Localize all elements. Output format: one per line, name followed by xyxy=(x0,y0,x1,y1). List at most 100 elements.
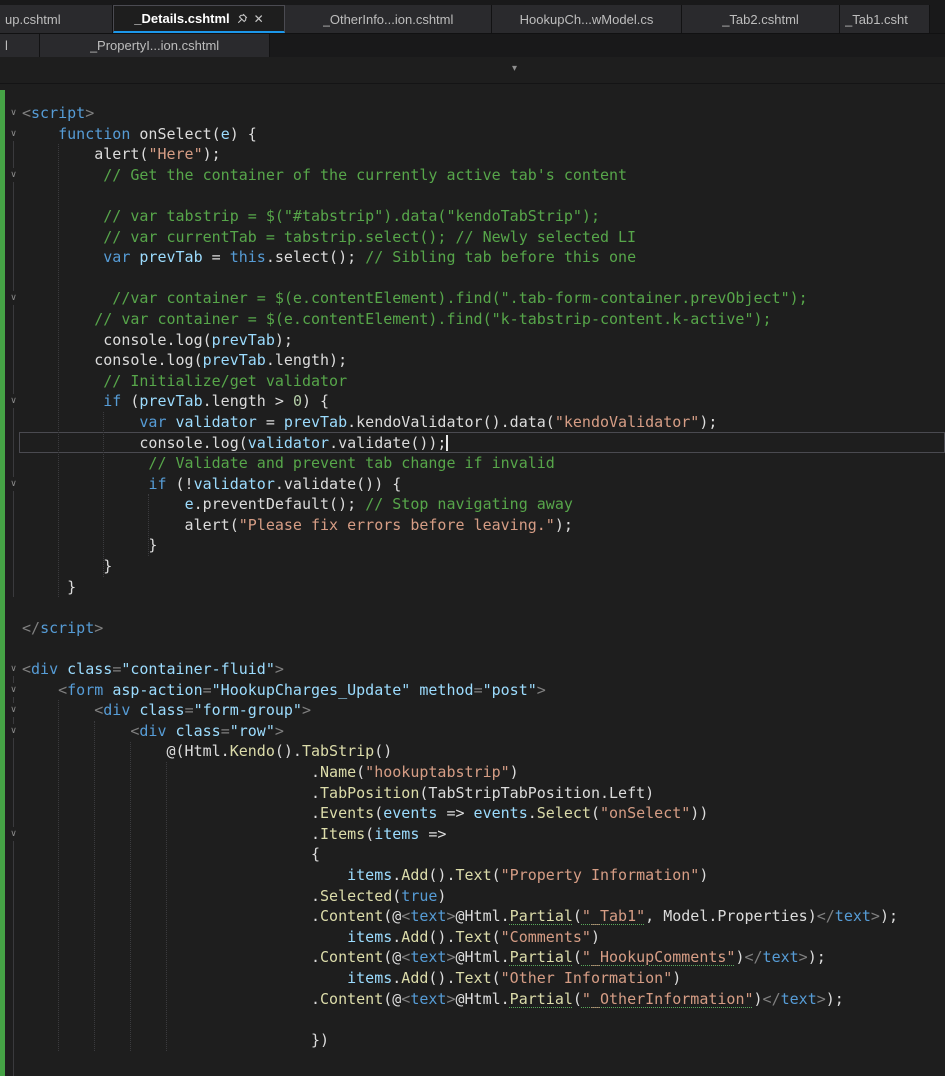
code-token: Selected xyxy=(320,886,393,905)
code-line[interactable]: var validator = prevTab.kendoValidator()… xyxy=(0,412,898,433)
tab-label: HookupCh...wModel.cs xyxy=(519,11,654,27)
code-token: < xyxy=(401,989,411,1008)
code-token: // Sibling tab before this one xyxy=(365,248,637,267)
code-token: prevTab xyxy=(283,412,348,431)
code-line[interactable]: } xyxy=(0,535,898,556)
code-line[interactable]: <div class="row"> xyxy=(0,721,898,742)
code-editor[interactable]: <script> function onSelect(e) { alert("H… xyxy=(0,84,945,1076)
pin-icon[interactable] xyxy=(236,13,248,25)
code-line[interactable]: } xyxy=(0,556,898,577)
code-line[interactable] xyxy=(0,185,898,206)
code-token: "Other Information" xyxy=(500,968,673,987)
code-token: => xyxy=(437,804,474,823)
code-line[interactable]: // var currentTab = tabstrip.select(); /… xyxy=(0,227,898,248)
code-token: @Html. xyxy=(455,907,510,926)
close-icon[interactable]: ✕ xyxy=(254,12,264,26)
document-tab[interactable]: l xyxy=(0,34,40,57)
fold-chevron-icon[interactable]: ∨ xyxy=(7,724,20,738)
code-token: text xyxy=(762,948,799,967)
code-line[interactable] xyxy=(0,268,898,289)
code-line[interactable]: var prevTab = this.select(); // Sibling … xyxy=(0,247,898,268)
code-line[interactable]: items.Add().Text("Property Information") xyxy=(0,865,898,886)
code-token: Partial xyxy=(509,948,573,967)
code-line[interactable]: .Content(@<text>@Html.Partial("_OtherInf… xyxy=(0,989,898,1010)
document-tab[interactable]: HookupCh...wModel.cs xyxy=(492,5,682,33)
code-line[interactable]: // var container = $(e.contentElement).f… xyxy=(0,309,898,330)
fold-chevron-icon[interactable]: ∨ xyxy=(7,682,20,697)
code-line[interactable]: if (!validator.validate()) { xyxy=(0,474,898,495)
code-line[interactable]: { xyxy=(0,844,898,865)
code-line[interactable]: // Validate and prevent tab change if in… xyxy=(0,453,898,474)
code-line[interactable] xyxy=(0,597,898,618)
fold-chevron-icon[interactable]: ∨ xyxy=(7,827,20,841)
code-line[interactable]: alert("Here"); xyxy=(0,144,898,165)
document-tab[interactable]: _OtherInfo...ion.cshtml xyxy=(285,5,492,33)
code-line[interactable]: @(Html.Kendo().TabStrip() xyxy=(0,741,898,762)
fold-chevron-icon[interactable]: ∨ xyxy=(7,476,20,491)
code-token: "kendoValidator" xyxy=(554,412,700,431)
code-token: Text xyxy=(455,865,492,884)
code-token: < xyxy=(94,701,104,720)
code-line[interactable] xyxy=(0,638,898,659)
code-token: (). xyxy=(428,968,456,987)
code-line[interactable]: .Events(events => events.Select("onSelec… xyxy=(0,803,898,824)
code-token: < xyxy=(58,680,68,699)
fold-chevron-icon[interactable]: ∨ xyxy=(7,394,20,409)
code-line[interactable]: function onSelect(e) { xyxy=(0,124,898,145)
code-line[interactable]: .Selected(true) xyxy=(0,886,898,907)
code-line[interactable]: }) xyxy=(0,1030,898,1051)
document-tab[interactable]: _Tab2.cshtml xyxy=(682,5,840,33)
code-token: var xyxy=(139,412,167,431)
code-token: .select(); xyxy=(265,248,366,267)
code-token: text xyxy=(410,948,447,967)
fold-chevron-icon[interactable]: ∨ xyxy=(7,291,20,306)
code-token: Events xyxy=(320,804,375,823)
fold-chevron-icon[interactable]: ∨ xyxy=(7,167,20,182)
code-line[interactable]: <div class="container-fluid"> xyxy=(0,659,898,680)
code-token: ) xyxy=(753,989,763,1008)
code-line[interactable]: items.Add().Text("Other Information") xyxy=(0,968,898,989)
code-line[interactable]: .Name("hookuptabstrip") xyxy=(0,762,898,783)
code-area[interactable]: <script> function onSelect(e) { alert("H… xyxy=(0,103,898,1050)
code-line[interactable]: .TabPosition(TabStripTabPosition.Left) xyxy=(0,783,898,804)
code-line[interactable]: items.Add().Text("Comments") xyxy=(0,927,898,948)
code-line[interactable]: console.log(prevTab); xyxy=(0,330,898,351)
code-token: { xyxy=(22,845,321,864)
chevron-down-icon[interactable]: ▾ xyxy=(512,63,517,75)
code-line[interactable]: <div class="form-group"> xyxy=(0,700,898,721)
document-tab[interactable]: _Tab1.csht xyxy=(840,5,930,33)
code-line[interactable]: <form asp-action="HookupCharges_Update" … xyxy=(0,680,898,701)
code-line[interactable]: console.log(validator.validate()); xyxy=(0,433,898,454)
code-line[interactable]: </script> xyxy=(0,618,898,639)
code-token: // var currentTab = tabstrip.select(); /… xyxy=(22,227,637,246)
code-line[interactable] xyxy=(0,1009,898,1030)
document-tab[interactable]: _PropertyI...ion.cshtml xyxy=(40,34,270,57)
code-line[interactable]: } xyxy=(0,577,898,598)
fold-chevron-icon[interactable]: ∨ xyxy=(7,106,20,120)
code-token: //var container = $(e.contentElement).fi… xyxy=(22,289,808,308)
code-line[interactable]: .Content(@<text>@Html.Partial("_HookupCo… xyxy=(0,947,898,968)
code-line[interactable]: <script> xyxy=(0,103,898,124)
code-token: </ xyxy=(744,948,763,967)
code-line[interactable]: // var tabstrip = $("#tabstrip").data("k… xyxy=(0,206,898,227)
document-tab-active[interactable]: _Details.cshtml ✕ xyxy=(113,5,285,33)
code-line[interactable]: alert("Please fix errors before leaving.… xyxy=(0,515,898,536)
fold-chevron-icon[interactable]: ∨ xyxy=(7,126,20,141)
code-line[interactable]: // Initialize/get validator xyxy=(0,371,898,392)
code-line[interactable]: // Get the container of the currently ac… xyxy=(0,165,898,186)
code-line[interactable]: .Content(@<text>@Html.Partial("_Tab1", M… xyxy=(0,906,898,927)
document-tab[interactable]: up.cshtml xyxy=(0,5,113,33)
fold-chevron-icon[interactable]: ∨ xyxy=(7,703,20,718)
code-line[interactable]: .Items(items => xyxy=(0,824,898,845)
code-line[interactable]: e.preventDefault(); // Stop navigating a… xyxy=(0,494,898,515)
code-line[interactable]: console.log(prevTab.length); xyxy=(0,350,898,371)
code-token: ( xyxy=(572,907,582,926)
code-line[interactable]: if (prevTab.length > 0) { xyxy=(0,391,898,412)
code-token: . xyxy=(22,989,321,1008)
fold-chevron-icon[interactable]: ∨ xyxy=(7,662,20,677)
code-token: . xyxy=(22,763,321,781)
code-line[interactable]: //var container = $(e.contentElement).fi… xyxy=(0,288,898,309)
code-token: . xyxy=(22,804,321,823)
